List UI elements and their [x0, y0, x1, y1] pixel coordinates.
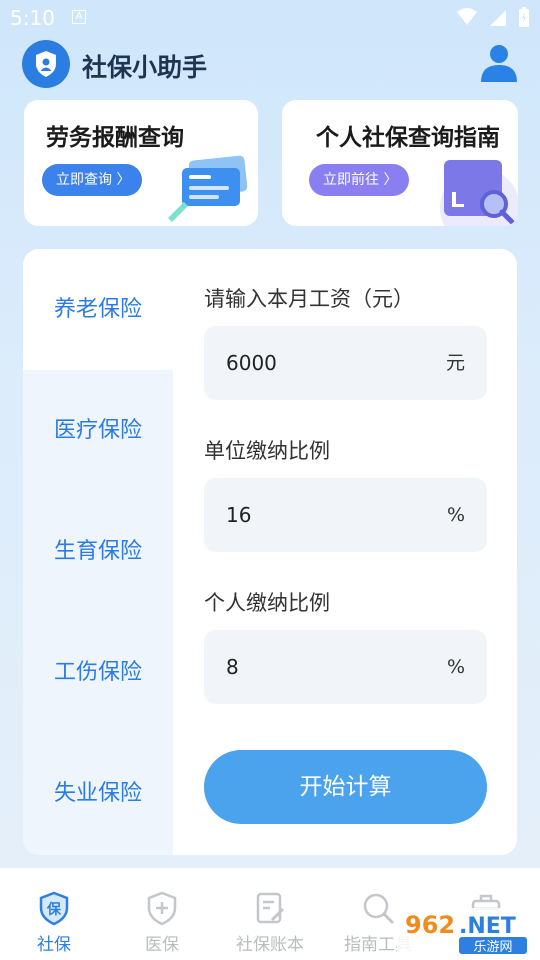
- shield-user-icon: [36, 51, 56, 77]
- battery-icon: [519, 7, 529, 27]
- signal-icon: [490, 10, 506, 26]
- personal-rate-label: 个人缴纳比例: [204, 591, 330, 615]
- personal-rate-value: 8: [226, 655, 239, 679]
- labor-remuneration-card[interactable]: 劳务报酬查询 立即查询 〉: [24, 100, 258, 226]
- salary-input[interactable]: 6000 元: [204, 326, 487, 400]
- site-watermark-logo: 962 .NET 乐游网: [397, 908, 532, 956]
- company-rate-unit: %: [446, 504, 465, 526]
- search-icon: [363, 893, 394, 924]
- wifi-icon: [457, 8, 477, 25]
- personal-rate-input[interactable]: 8 %: [204, 630, 487, 704]
- folder-search-illustration-icon: [440, 160, 518, 226]
- tab-medical[interactable]: 医保: [108, 868, 216, 960]
- notification-icon: A: [72, 10, 86, 24]
- app-header: 社保小助手: [0, 40, 540, 90]
- salary-value: 6000: [226, 351, 277, 375]
- tab-ledger[interactable]: 社保账本: [216, 868, 324, 960]
- svg-text:保: 保: [46, 901, 62, 918]
- status-time: 5:10: [10, 6, 55, 30]
- tab-label: 社保: [37, 935, 71, 955]
- sidebar-item-pension[interactable]: 养老保险: [23, 249, 173, 370]
- start-calculation-button[interactable]: 开始计算: [204, 750, 487, 824]
- card-title: 劳务报酬查询: [46, 125, 184, 151]
- svg-text:乐游网: 乐游网: [473, 940, 512, 955]
- sidebar-item-maternity[interactable]: 生育保险: [23, 491, 173, 612]
- sidebar-item-unemployment[interactable]: 失业保险: [23, 733, 173, 854]
- shield-badge-icon: 保: [39, 891, 69, 926]
- salary-unit: 元: [445, 352, 465, 374]
- card-title: 个人社保查询指南: [316, 125, 500, 151]
- social-security-guide-card[interactable]: 个人社保查询指南 立即前往 〉: [282, 100, 518, 226]
- go-now-button[interactable]: 立即前往 〉: [309, 164, 409, 196]
- tab-label: 社保账本: [236, 935, 304, 955]
- app-title: 社保小助手: [82, 53, 208, 82]
- svg-text:.NET: .NET: [459, 914, 516, 939]
- company-rate-value: 16: [226, 503, 252, 527]
- sidebar-item-medical[interactable]: 医疗保险: [23, 370, 173, 491]
- id-card-illustration-icon: [168, 155, 248, 222]
- shield-plus-icon: [147, 891, 177, 926]
- salary-label: 请输入本月工资（元）: [204, 287, 414, 311]
- status-bar: 5:10 A: [0, 0, 540, 36]
- company-rate-label: 单位缴纳比例: [204, 439, 330, 463]
- profile-button[interactable]: [478, 42, 520, 84]
- notebook-pen-icon: [256, 892, 285, 924]
- user-icon: [481, 45, 517, 82]
- app-logo: [22, 40, 70, 88]
- tab-social-security[interactable]: 保 社保: [0, 868, 108, 960]
- tab-label: 医保: [145, 935, 179, 955]
- insurance-calculator-panel: 养老保险 医疗保险 生育保险 工伤保险 失业保险 请输入本月工资（元） 6000…: [23, 249, 517, 855]
- svg-text:962: 962: [405, 911, 455, 939]
- query-now-button[interactable]: 立即查询 〉: [42, 164, 142, 196]
- sidebar-item-injury[interactable]: 工伤保险: [23, 612, 173, 733]
- status-icons: [456, 6, 530, 28]
- company-rate-input[interactable]: 16 %: [204, 478, 487, 552]
- personal-rate-unit: %: [446, 656, 465, 678]
- insurance-sidebar: 养老保险 医疗保险 生育保险 工伤保险 失业保险: [23, 249, 173, 855]
